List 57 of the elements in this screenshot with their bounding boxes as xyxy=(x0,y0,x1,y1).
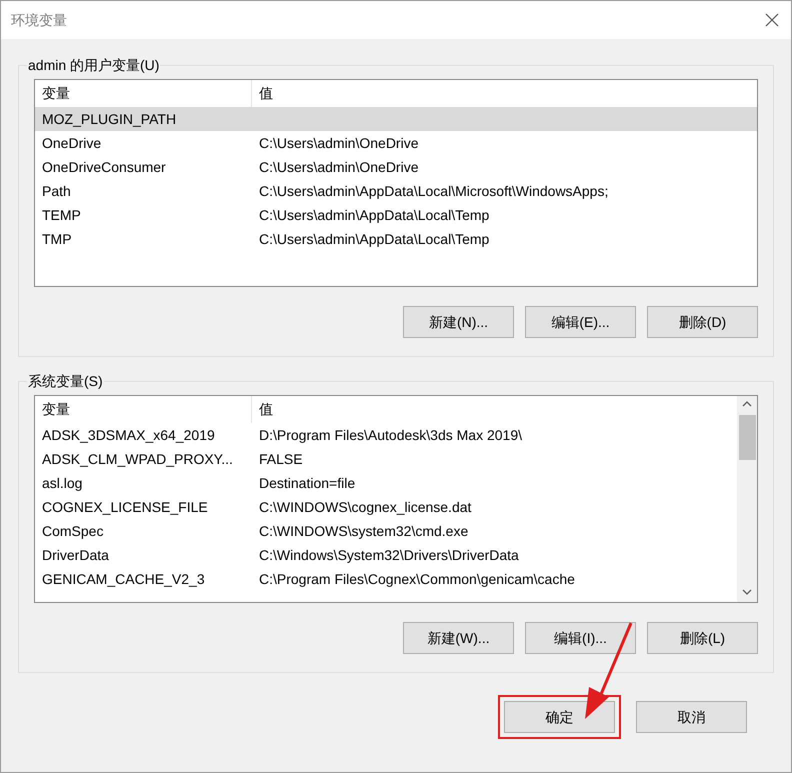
variable-value: C:\Program Files\Cognex\Common\genicam\cache xyxy=(258,570,576,589)
variable-name: ComSpec xyxy=(41,522,104,541)
dialog-button[interactable]: 取消 xyxy=(636,701,747,733)
scrollbar-thumb[interactable] xyxy=(738,415,756,460)
action-button[interactable]: 新建(W)... xyxy=(403,622,514,654)
action-button[interactable]: 删除(L) xyxy=(647,622,758,654)
action-button[interactable]: 新建(N)... xyxy=(403,306,514,338)
variable-row[interactable]: TMP C:\Users\admin\AppData\Local\Temp xyxy=(35,227,757,251)
variable-row[interactable]: MOZ_PLUGIN_PATH xyxy=(35,107,757,131)
column-header[interactable]: 变量 xyxy=(35,396,252,423)
column-header[interactable]: 值 xyxy=(252,396,737,423)
variable-value: C:\Users\admin\AppData\Local\Temp xyxy=(258,230,490,249)
variable-row[interactable]: OneDriveConsumer C:\Users\admin\OneDrive xyxy=(35,155,757,179)
action-button[interactable]: 删除(D) xyxy=(647,306,758,338)
window-title: 环境变量 xyxy=(11,10,67,30)
variable-value: C:\Users\admin\AppData\Local\Microsoft\WindowsApps; xyxy=(258,182,610,201)
variable-list[interactable] xyxy=(34,79,758,287)
close-icon[interactable] xyxy=(765,13,779,27)
variable-name: OneDrive xyxy=(41,134,102,152)
variable-name: MOZ_PLUGIN_PATH xyxy=(41,110,178,129)
variable-value: C:\WINDOWS\cognex_license.dat xyxy=(258,498,472,517)
variable-name: TMP xyxy=(41,230,73,248)
variable-value: Destination=file xyxy=(258,474,356,492)
variable-name: OneDriveConsumer xyxy=(41,158,167,176)
variable-value: C:\Users\admin\OneDrive xyxy=(258,158,420,176)
variable-row[interactable]: ADSK_3DSMAX_x64_2019 D:\Program Files\Autodesk\3ds Max 2019\ xyxy=(35,423,737,447)
variable-row[interactable]: Path C:\Users\admin\AppData\Local\Microsoft\WindowsApps; xyxy=(35,179,757,203)
action-button[interactable]: 编辑(I)... xyxy=(525,622,636,654)
variable-value: FALSE xyxy=(258,450,304,468)
variable-value: C:\Users\admin\AppData\Local\Temp xyxy=(258,206,490,225)
variable-row[interactable]: ADSK_CLM_WPAD_PROXY... FALSE xyxy=(35,447,737,471)
variable-row[interactable]: OneDrive C:\Users\admin\OneDrive xyxy=(35,131,757,155)
variable-value: C:\WINDOWS\system32\cmd.exe xyxy=(258,522,470,541)
variable-name: Path xyxy=(41,182,72,200)
variable-row[interactable]: COGNEX_LICENSE_FILE C:\WINDOWS\cognex_license.dat xyxy=(35,495,737,519)
variable-name: ADSK_3DSMAX_x64_2019 xyxy=(41,426,216,445)
variable-value: C:\Windows\System32\Drivers\DriverData xyxy=(258,546,520,565)
group-title: 系统变量(S) xyxy=(27,371,104,391)
variable-row[interactable]: GENICAM_CACHE_V2_3 C:\Program Files\Cognex\Common\genicam\cache xyxy=(35,567,737,591)
variable-row[interactable]: DriverData C:\Windows\System32\Drivers\DriverData xyxy=(35,543,737,567)
variable-name: ADSK_CLM_WPAD_PROXY... xyxy=(41,450,234,469)
variable-row[interactable]: ComSpec C:\WINDOWS\system32\cmd.exe xyxy=(35,519,737,543)
group-title: admin 的用户变量(U) xyxy=(27,55,160,75)
scrollbar[interactable] xyxy=(737,396,757,602)
variable-row[interactable]: asl.log Destination=file xyxy=(35,471,737,495)
dialog-button[interactable]: 确定 xyxy=(504,701,615,733)
variable-name: DriverData xyxy=(41,546,110,564)
action-button[interactable]: 编辑(E)... xyxy=(525,306,636,338)
column-header[interactable]: 值 xyxy=(252,80,757,107)
variable-list[interactable] xyxy=(34,395,758,603)
variable-name: asl.log xyxy=(41,474,84,493)
variable-value: C:\Users\admin\OneDrive xyxy=(258,134,420,152)
variable-name: TEMP xyxy=(41,206,82,224)
variable-name: GENICAM_CACHE_V2_3 xyxy=(41,570,206,589)
variable-name: COGNEX_LICENSE_FILE xyxy=(41,498,209,517)
variable-value: D:\Program Files\Autodesk\3ds Max 2019\ xyxy=(258,426,524,445)
variable-row[interactable]: TEMP C:\Users\admin\AppData\Local\Temp xyxy=(35,203,757,227)
